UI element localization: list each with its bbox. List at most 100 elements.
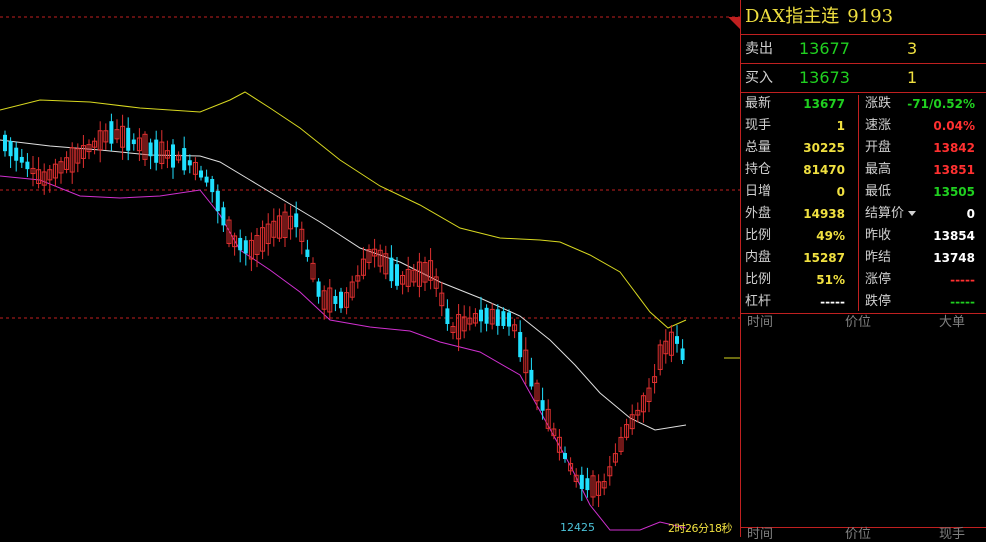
- stat-label: 现手: [745, 118, 772, 133]
- stat-row: 总量 30225 开盘 13842: [741, 137, 986, 159]
- candle-body: [316, 281, 321, 297]
- sell-row[interactable]: 卖出 13677 3: [741, 35, 986, 64]
- buy-price: 13673: [799, 68, 850, 87]
- stat-label: 杠杆: [745, 294, 772, 309]
- stat-label: 开盘: [865, 140, 892, 155]
- stat-label: 涨跌: [865, 96, 892, 111]
- stat-row: 比例 51% 涨停 -----: [741, 269, 986, 291]
- stat-value: -71/0.52%: [907, 97, 975, 111]
- buy-row[interactable]: 买入 13673 1: [741, 64, 986, 93]
- tick-header-volume: 大单: [939, 315, 966, 330]
- candle-body: [585, 478, 590, 491]
- candle-body: [154, 139, 159, 163]
- tick-list-footer: 时间 价位 现手: [741, 527, 986, 542]
- candle-body: [484, 307, 489, 324]
- candle-body: [495, 309, 500, 326]
- stat-row: 杠杆 ----- 跌停 -----: [741, 291, 986, 313]
- stat-row: 持仓 81470 最高 13851: [741, 159, 986, 181]
- candle-body: [199, 170, 203, 178]
- stat-label: 日增: [745, 184, 772, 199]
- sell-price: 13677: [799, 39, 850, 58]
- stat-value: 13748: [933, 251, 975, 265]
- stat-value: 13677: [803, 97, 845, 111]
- stat-value: 81470: [803, 163, 845, 177]
- candle-body: [8, 141, 13, 157]
- candle-body: [563, 453, 567, 459]
- candle-body: [389, 257, 394, 282]
- stat-row: 最新 13677 涨跌 -71/0.52%: [741, 93, 986, 115]
- candle-body: [501, 311, 506, 326]
- candle-body: [675, 336, 679, 344]
- stat-value: 14938: [803, 207, 845, 221]
- stat-value: 30225: [803, 141, 845, 155]
- candle-body: [238, 237, 243, 251]
- instrument-title: DAX指主连 9193: [741, 0, 986, 35]
- buy-label: 买入: [745, 70, 773, 86]
- stat-label: 涨停: [865, 272, 892, 287]
- stat-value: -----: [950, 295, 975, 309]
- settlement-dropdown[interactable]: 结算价: [865, 203, 917, 225]
- stat-label: 跌停: [865, 294, 892, 309]
- caret-down-icon: [908, 211, 917, 216]
- stat-label: 持仓: [745, 162, 772, 177]
- stat-row[interactable]: 外盘 14938 结算价 0: [741, 203, 986, 225]
- candle-body: [339, 291, 343, 309]
- stat-label: 速涨: [865, 118, 892, 133]
- candle-body: [540, 400, 545, 411]
- stat-label: 昨收: [865, 228, 892, 243]
- buy-volume: 1: [907, 68, 918, 87]
- candle-body: [204, 176, 209, 183]
- candle-body: [109, 121, 114, 144]
- candle-body: [333, 296, 338, 304]
- stat-value: 49%: [816, 229, 845, 243]
- candle-body: [126, 127, 131, 151]
- candle-body: [3, 134, 7, 152]
- instrument-code: 9193: [847, 6, 894, 27]
- candle-body: [479, 309, 483, 322]
- chart-canvas[interactable]: [0, 0, 740, 537]
- tick-footer-price: 价位: [845, 527, 872, 542]
- stat-value: 1: [836, 119, 845, 133]
- candle-body: [19, 156, 24, 163]
- sell-volume: 3: [907, 39, 918, 58]
- candle-body: [294, 213, 299, 228]
- middle-bollinger-line: [0, 139, 687, 431]
- stat-value: 0: [836, 185, 845, 199]
- candle-body: [182, 148, 187, 171]
- quote-panel: DAX指主连 9193 卖出 13677 3 买入 13673 1 最新 13677…: [740, 0, 986, 542]
- candle-body: [395, 264, 399, 286]
- candle-body: [305, 249, 310, 257]
- stat-label: 外盘: [745, 206, 772, 221]
- candle-body: [14, 147, 19, 161]
- candle-body: [579, 474, 584, 489]
- candlestick-chart[interactable]: 12425 2时26分18秒: [0, 0, 740, 537]
- quote-stats: 最新 13677 涨跌 -71/0.52% 现手 1 速涨 0.04% 总量 30225 开盘 138…: [741, 93, 986, 314]
- stat-label: 昨结: [865, 250, 892, 265]
- stat-label: 比例: [745, 228, 772, 243]
- candle-body: [131, 139, 136, 145]
- candle-body: [507, 312, 511, 327]
- candle-body: [148, 142, 153, 157]
- tick-list-header: 时间 价位 大单: [741, 313, 986, 333]
- stat-label: 比例: [745, 272, 772, 287]
- candle-body: [187, 160, 192, 166]
- candle-body: [445, 308, 450, 324]
- candle-body: [25, 161, 30, 170]
- stat-label: 最新: [745, 96, 772, 111]
- stat-value: 13505: [933, 185, 975, 199]
- stat-label: 内盘: [745, 250, 772, 265]
- stat-value: 0: [966, 207, 975, 221]
- stat-row: 日增 0 最低 13505: [741, 181, 986, 203]
- stat-row: 比例 49% 昨收 13854: [741, 225, 986, 247]
- sell-label: 卖出: [745, 41, 773, 57]
- tick-header-time: 时间: [747, 315, 774, 330]
- countdown-timer: 2时26分18秒: [668, 522, 733, 535]
- stat-row: 现手 1 速涨 0.04%: [741, 115, 986, 137]
- candle-body: [215, 190, 220, 212]
- stat-value: 13851: [933, 163, 975, 177]
- candle-body: [221, 207, 226, 226]
- instrument-name: DAX指主连: [745, 6, 840, 27]
- candle-body: [680, 348, 685, 361]
- stat-value: 0.04%: [933, 119, 975, 133]
- tick-header-price: 价位: [845, 315, 872, 330]
